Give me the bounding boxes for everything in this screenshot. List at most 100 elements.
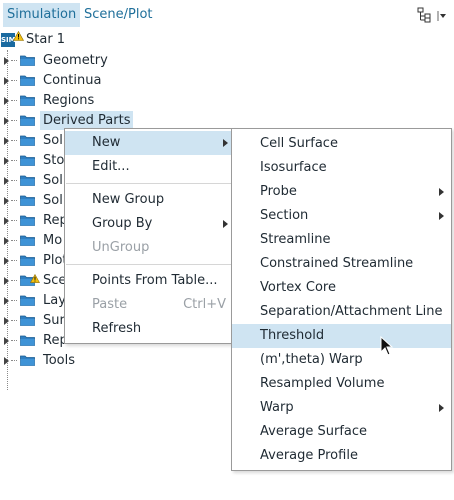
tree-root-label: Star 1: [26, 32, 66, 47]
menu-item-label: Cell Surface: [260, 136, 338, 151]
tree-connector: [11, 300, 17, 301]
tree-connector: [11, 200, 17, 201]
tab-simulation[interactable]: Simulation: [3, 3, 81, 27]
folder-icon: [20, 354, 35, 366]
folder-icon: [20, 54, 35, 66]
context-menu-item[interactable]: Refresh: [65, 317, 234, 341]
tree-connector: [11, 160, 17, 161]
expand-arrow-icon[interactable]: [3, 95, 11, 105]
submenu-item[interactable]: Probe: [232, 180, 451, 204]
tree-item[interactable]: Derived Parts: [0, 110, 454, 130]
tab-scene-plot[interactable]: Scene/Plot: [80, 3, 157, 27]
submenu-item[interactable]: Average Surface: [232, 420, 451, 444]
context-menu-item[interactable]: New: [65, 131, 234, 155]
tree-connector: [11, 100, 17, 101]
tree-item[interactable]: Continua: [0, 70, 454, 90]
tree-connector: [11, 340, 17, 341]
menu-separator: [66, 183, 233, 184]
tree-item-label: Geometry: [43, 53, 108, 68]
submenu-item[interactable]: Isosurface: [232, 156, 451, 180]
expand-arrow-icon[interactable]: [3, 255, 11, 265]
submenu-item[interactable]: Separation/Attachment Line: [232, 300, 451, 324]
tree-item-label: Sol: [43, 193, 63, 208]
submenu-item[interactable]: (m',theta) Warp: [232, 348, 451, 372]
submenu-arrow-icon: [439, 404, 444, 412]
tree-view-icon[interactable]: [416, 7, 432, 23]
warning-icon: [30, 272, 40, 283]
menu-item-label: Average Profile: [260, 448, 358, 463]
menu-item-label: Vortex Core: [260, 280, 336, 295]
menu-item-label: Threshold: [260, 328, 325, 343]
context-menu-item: UnGroup: [65, 236, 234, 260]
menu-item-label: Edit...: [92, 159, 130, 174]
tree-connector: [11, 260, 17, 261]
context-menu: New Edit... New Group Group By UnGroup Points…: [64, 128, 235, 344]
submenu-item[interactable]: Warp: [232, 396, 451, 420]
tree-item-label: Regions: [43, 93, 95, 108]
submenu-item[interactable]: Vortex Core: [232, 276, 451, 300]
tree-item[interactable]: Regions: [0, 90, 454, 110]
menu-item-label: Group By: [92, 216, 153, 231]
submenu-item[interactable]: Constrained Streamline: [232, 252, 451, 276]
expand-arrow-icon[interactable]: [3, 75, 11, 85]
dropdown-arrow-icon[interactable]: [437, 10, 447, 21]
menu-item-label: Isosurface: [260, 160, 327, 175]
expand-arrow-icon[interactable]: [3, 355, 11, 365]
menu-item-label: Constrained Streamline: [260, 256, 414, 271]
expand-arrow-icon[interactable]: [3, 195, 11, 205]
folder-icon: [20, 174, 35, 186]
submenu-item[interactable]: Resampled Volume: [232, 372, 451, 396]
expand-arrow-icon[interactable]: [3, 115, 11, 125]
menu-item-label: New Group: [92, 192, 165, 207]
expand-arrow-icon[interactable]: [3, 335, 11, 345]
submenu-item[interactable]: Threshold: [232, 324, 451, 348]
tree-connector: [11, 280, 17, 281]
folder-icon: [20, 214, 35, 226]
folder-icon: [20, 74, 35, 86]
menu-item-label: Paste: [92, 297, 128, 312]
folder-icon: [20, 114, 35, 126]
submenu-item[interactable]: Streamline: [232, 228, 451, 252]
tree-item-label: Sol: [43, 133, 63, 148]
menu-item-label: Refresh: [92, 321, 142, 336]
submenu-arrow-icon: [439, 188, 444, 196]
tree-connector: [11, 360, 17, 361]
context-menu-item[interactable]: Edit...: [65, 155, 234, 179]
expand-arrow-icon[interactable]: [3, 295, 11, 305]
context-menu-item[interactable]: New Group: [65, 188, 234, 212]
menu-item-label: Points From Table...: [92, 273, 218, 288]
tree-item-label: Tools: [43, 353, 76, 368]
expand-arrow-icon[interactable]: [3, 235, 11, 245]
tree-item[interactable]: Geometry: [0, 50, 454, 70]
context-menu-item[interactable]: Group By: [65, 212, 234, 236]
context-menu-item[interactable]: Points From Table...: [65, 269, 234, 293]
expand-arrow-icon[interactable]: [3, 315, 11, 325]
folder-icon: [20, 294, 35, 306]
tree-connector: [11, 220, 17, 221]
tree-root[interactable]: SIM Star 1: [0, 30, 200, 50]
folder-icon: [20, 154, 35, 166]
folder-icon: [20, 314, 35, 326]
expand-arrow-icon[interactable]: [3, 275, 11, 285]
tree-connector: [11, 240, 17, 241]
menu-item-label: UnGroup: [92, 240, 150, 255]
menu-item-label: Separation/Attachment Line: [260, 304, 443, 319]
expand-arrow-icon[interactable]: [3, 215, 11, 225]
submenu-item[interactable]: Average Profile: [232, 444, 451, 468]
submenu-item[interactable]: Section: [232, 204, 451, 228]
tab-bar: Simulation Scene/Plot: [0, 0, 454, 30]
menu-item-label: Average Surface: [260, 424, 368, 439]
tree-connector: [11, 140, 17, 141]
warning-icon: [13, 31, 24, 41]
expand-arrow-icon[interactable]: [3, 135, 11, 145]
expand-arrow-icon[interactable]: [3, 55, 11, 65]
mouse-cursor-icon: [380, 336, 394, 356]
tree-connector: [11, 80, 17, 81]
expand-arrow-icon[interactable]: [3, 155, 11, 165]
menu-item-label: Probe: [260, 184, 297, 199]
tree-connector: [11, 120, 17, 121]
menu-separator: [66, 264, 233, 265]
expand-arrow-icon[interactable]: [3, 175, 11, 185]
submenu-item[interactable]: Cell Surface: [232, 132, 451, 156]
menu-item-label: (m',theta) Warp: [260, 352, 363, 367]
